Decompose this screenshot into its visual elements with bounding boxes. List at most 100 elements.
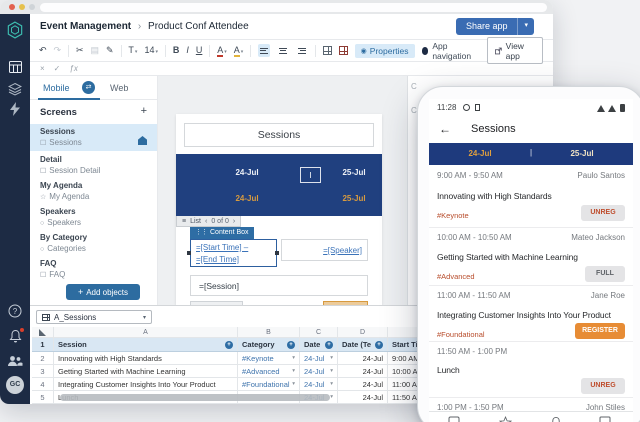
column-menu-icon[interactable]: + <box>325 341 333 349</box>
tab-24jul-alt[interactable]: 24-Jul <box>225 194 269 203</box>
view-app-button[interactable]: View app <box>487 37 543 64</box>
row-number[interactable]: 5 <box>32 391 54 403</box>
font-family-dropdown[interactable]: T▾ <box>128 46 137 55</box>
cell-date-text[interactable]: 24-Jul <box>338 391 388 403</box>
resize-handle[interactable] <box>187 251 191 255</box>
sidebar-item-by-category[interactable]: By Category ○Categories <box>30 230 157 257</box>
selected-content-box[interactable]: =[Start Time] – =[End Time] <box>190 239 277 267</box>
align-center-icon[interactable] <box>277 44 289 57</box>
cell-category[interactable]: #Foundational▾ <box>238 378 300 390</box>
paste-icon[interactable]: ▤ <box>91 46 100 55</box>
column-menu-icon[interactable]: + <box>375 341 383 349</box>
align-right-icon[interactable] <box>296 44 308 57</box>
phone-tab-25jul[interactable]: 25-Jul <box>531 149 633 158</box>
cell-date-text[interactable]: 24-Jul <box>338 352 388 364</box>
column-letter[interactable]: A <box>54 327 238 337</box>
sidebar-item-speakers[interactable]: Speakers ○Speakers <box>30 204 157 231</box>
builder-layers-icon[interactable] <box>0 82 30 101</box>
header-cell-session[interactable]: Session+ <box>54 338 238 351</box>
underline-icon[interactable]: U <box>196 46 203 55</box>
chevron-down-icon[interactable]: ▾ <box>292 355 295 361</box>
session-content-box[interactable]: =[Session] <box>190 275 368 296</box>
cell-date[interactable]: 24-Jul▾ <box>300 378 338 390</box>
chevron-down-icon[interactable]: ▾ <box>330 381 333 387</box>
chevron-down-icon[interactable]: ▾ <box>330 394 333 400</box>
unreg-button[interactable]: UNREG <box>581 205 625 221</box>
sidebar-item-faq[interactable]: FAQ ☐FAQ <box>30 256 157 283</box>
tab-web[interactable]: Web <box>110 83 128 93</box>
sidebar-item-sessions[interactable]: Sessions ☐Sessions <box>30 124 157 151</box>
header-cell-category[interactable]: Category+ <box>238 338 300 351</box>
session-title[interactable]: Getting Started with Machine Learning <box>437 252 578 262</box>
bell-nav-icon[interactable] <box>550 416 562 422</box>
sidebar-item-my-agenda[interactable]: My Agenda ☆My Agenda <box>30 178 157 205</box>
cut-icon[interactable]: ✂ <box>76 46 84 55</box>
column-letter[interactable]: D <box>338 327 388 337</box>
date-tabs-block[interactable]: 24-Jul I 25-Jul 24-Jul 25-Jul <box>176 154 382 216</box>
session-title[interactable]: Lunch <box>437 365 460 375</box>
cell-date-text[interactable]: 24-Jul <box>338 378 388 390</box>
cell-date[interactable]: 24-Jul▾ <box>300 365 338 377</box>
list-nav-icon[interactable] <box>448 416 460 422</box>
column-letter[interactable]: B <box>238 327 300 337</box>
bold-icon[interactable]: B <box>173 46 180 55</box>
header-cell-date-text[interactable]: Date (Te+ <box>338 338 388 351</box>
cell-category[interactable]: #Keynote▾ <box>238 352 300 364</box>
zoom-window-icon[interactable] <box>29 4 35 10</box>
italic-icon[interactable]: I <box>186 46 189 55</box>
table-selector[interactable]: A_Sessions ▾ <box>36 310 152 324</box>
row-number[interactable]: 2 <box>32 352 54 364</box>
content-box-tag[interactable]: ⋮⋮Content Box <box>190 227 254 239</box>
help-icon[interactable]: ? <box>0 304 30 321</box>
full-button[interactable]: FULL <box>585 266 625 282</box>
breadcrumb-app-name[interactable]: Product Conf Attendee <box>148 21 249 32</box>
automations-bolt-icon[interactable] <box>0 102 30 121</box>
chevron-down-icon[interactable]: ▾ <box>330 355 333 361</box>
screen-title-box[interactable]: Sessions <box>184 123 374 147</box>
fill-color-icon[interactable]: A▾ <box>234 46 244 55</box>
collaborators-icon[interactable] <box>0 354 30 372</box>
square-nav-icon[interactable] <box>599 416 611 422</box>
text-color-icon[interactable]: A▾ <box>217 46 227 55</box>
app-navigation-button[interactable]: App navigation <box>422 41 480 61</box>
chevron-down-icon[interactable]: ▾ <box>330 368 333 374</box>
row-number[interactable]: 3 <box>32 365 54 377</box>
font-size-dropdown[interactable]: 14▾ <box>144 46 158 55</box>
redo-icon[interactable]: ↷ <box>54 46 62 55</box>
device-toggle-icon[interactable]: ⇄ <box>82 81 95 94</box>
cell-session[interactable]: Getting Started with Machine Learning <box>54 365 238 377</box>
tab-mobile[interactable]: Mobile <box>43 83 70 93</box>
unreg-button[interactable]: UNREG <box>581 378 625 394</box>
add-objects-button[interactable]: +Add objects <box>66 284 140 300</box>
properties-button[interactable]: ◉ Properties <box>355 44 415 58</box>
column-menu-icon[interactable]: + <box>225 341 233 349</box>
speaker-content-box[interactable]: =[Speaker] <box>281 239 368 261</box>
column-menu-icon[interactable]: + <box>287 341 295 349</box>
pager-next-icon[interactable]: › <box>233 218 235 225</box>
formula-apply-icon[interactable]: ✓ <box>54 64 61 73</box>
cell-session[interactable]: Innovating with High Standards <box>54 352 238 364</box>
phone-tab-24jul[interactable]: 24-Jul <box>429 149 531 158</box>
chevron-down-icon[interactable]: ▾ <box>143 314 146 321</box>
session-title[interactable]: Integrating Customer Insights Into Your … <box>437 310 611 320</box>
close-window-icon[interactable] <box>9 4 15 10</box>
chevron-down-icon[interactable]: ▾ <box>292 368 295 374</box>
list-object-chip[interactable]: ≡ List ‹ 0 of 0 › <box>176 216 241 227</box>
undo-icon[interactable]: ↶ <box>39 46 47 55</box>
drag-handle-icon[interactable]: ⋮⋮ <box>195 229 207 236</box>
cell-session[interactable]: Integrating Customer Insights Into Your … <box>54 378 238 390</box>
cell-category[interactable]: #Advanced▾ <box>238 365 300 377</box>
selected-separator-box[interactable]: I <box>300 167 321 183</box>
column-letter[interactable]: C <box>300 327 338 337</box>
borders-icon[interactable] <box>323 46 332 55</box>
minimize-window-icon[interactable] <box>19 4 25 10</box>
tab-25jul[interactable]: 25-Jul <box>332 168 376 177</box>
start-time-formula[interactable]: =[Start Time] – <box>196 243 248 252</box>
formula-cancel-icon[interactable]: × <box>40 64 45 73</box>
cell-format-icon[interactable] <box>339 46 348 55</box>
chevron-down-icon[interactable]: ▾ <box>292 381 295 387</box>
tab-24jul[interactable]: 24-Jul <box>225 168 269 177</box>
notifications-bell-icon[interactable] <box>0 329 30 348</box>
format-painter-icon[interactable]: ✎ <box>106 46 114 55</box>
back-arrow-icon[interactable]: ← <box>439 122 451 136</box>
